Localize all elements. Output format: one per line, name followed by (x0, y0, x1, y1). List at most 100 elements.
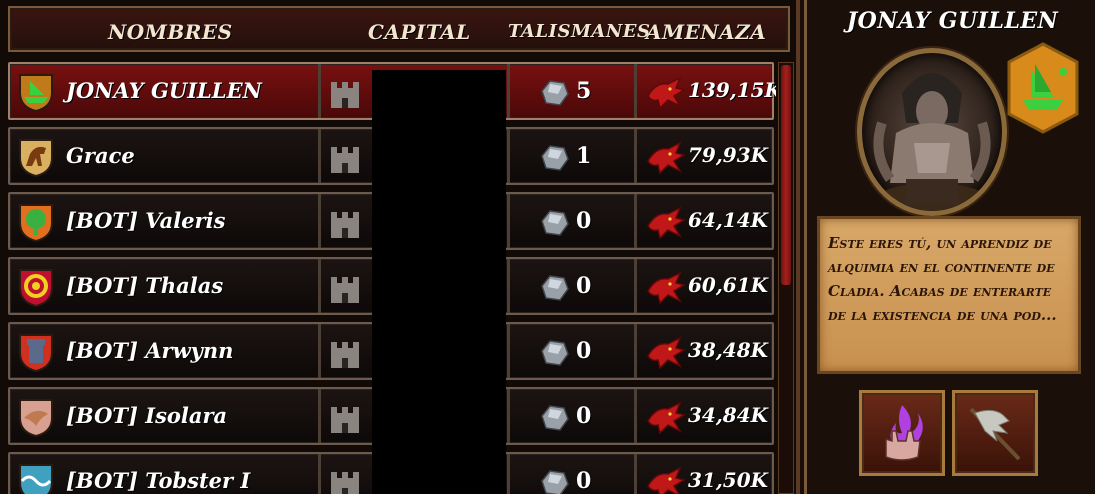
column-divider (634, 129, 637, 183)
faction-crest (16, 396, 56, 438)
threat-value: 60,61K (688, 273, 769, 297)
threat-indicator (646, 206, 686, 242)
talisman-icon (541, 210, 569, 236)
alchemist-portrait-icon (872, 73, 992, 211)
column-divider (318, 129, 321, 183)
header-names: Nombres (108, 20, 233, 44)
talisman-indicator (540, 143, 570, 173)
threat-indicator (646, 466, 686, 494)
threat-value: 64,14K (688, 208, 769, 232)
magic-hand-button[interactable] (859, 390, 945, 476)
castle-icon (331, 342, 359, 368)
player-name: JONAY GUILLEN (66, 78, 262, 103)
header-talismans: Talismanes (508, 21, 651, 42)
castle-icon (331, 147, 359, 173)
column-divider (634, 454, 637, 494)
column-divider (318, 454, 321, 494)
player-name: [BOT] Isolara (66, 403, 228, 428)
talisman-icon (541, 470, 569, 494)
talisman-count: 1 (576, 143, 592, 169)
column-divider (634, 64, 637, 118)
ranking-panel: Nombres Capital Talismanes Amenaza JONAY… (0, 0, 800, 494)
threat-value: 31,50K (688, 468, 769, 492)
column-divider (634, 259, 637, 313)
threat-value: 34,84K (688, 403, 769, 427)
player-name: [BOT] Valeris (66, 208, 226, 233)
player-name: [BOT] Thalas (66, 273, 224, 298)
talisman-count: 5 (576, 78, 592, 104)
player-name: [BOT] Tobster I (66, 468, 251, 493)
magic-hand-icon (885, 405, 923, 461)
player-name: [BOT] Arwynn (66, 338, 234, 363)
tree-icon (19, 204, 53, 243)
threat-value: 79,93K (688, 143, 769, 167)
player-description-box: Este eres tú, un aprendiz de alquimia en… (817, 216, 1081, 374)
column-divider (507, 259, 510, 313)
list-scrollbar[interactable] (778, 62, 794, 494)
column-divider (318, 194, 321, 248)
surrender-flag-button[interactable] (952, 390, 1038, 476)
castle-icon (331, 212, 359, 238)
dragon-icon (647, 206, 686, 240)
column-divider (318, 389, 321, 443)
capital-indicator (328, 141, 362, 175)
talisman-icon (541, 145, 569, 171)
scroll-thumb[interactable] (781, 65, 791, 285)
column-divider (634, 194, 637, 248)
threat-indicator (646, 76, 686, 112)
player-name: Grace (66, 143, 135, 168)
player-name-title: JONAY GUILLEN (846, 8, 1059, 34)
talisman-count: 0 (576, 338, 592, 364)
column-divider (318, 259, 321, 313)
castle-icon (331, 277, 359, 303)
dragon-icon (647, 336, 686, 370)
faction-crest (16, 136, 56, 178)
talisman-icon (541, 275, 569, 301)
column-divider (318, 64, 321, 118)
castle-icon (331, 82, 359, 108)
column-divider (507, 194, 510, 248)
bird-icon (19, 399, 53, 438)
dragon-icon (647, 76, 686, 110)
dragon-icon (647, 466, 686, 494)
wave-icon (19, 464, 53, 494)
ship-crest-icon (1007, 42, 1079, 134)
talisman-count: 0 (576, 403, 592, 429)
threat-indicator (646, 271, 686, 307)
column-divider (634, 389, 637, 443)
castle-icon (331, 407, 359, 433)
column-divider (507, 129, 510, 183)
column-divider (507, 324, 510, 378)
column-divider (507, 64, 510, 118)
threat-value: 139,15K (688, 78, 776, 102)
tower-icon (19, 334, 53, 373)
dragon-icon (647, 401, 686, 435)
ship-icon (19, 74, 53, 113)
capital-indicator (328, 336, 362, 370)
column-header-bar: Nombres Capital Talismanes Amenaza (8, 6, 790, 52)
talisman-count: 0 (576, 468, 592, 494)
faction-crest (16, 266, 56, 308)
capital-indicator (328, 206, 362, 240)
capital-indicator (328, 271, 362, 305)
faction-crest (16, 461, 56, 494)
talisman-indicator (540, 208, 570, 238)
redacted-area (372, 70, 506, 494)
talisman-count: 0 (576, 208, 592, 234)
talisman-icon (541, 340, 569, 366)
sun-icon (19, 269, 53, 308)
player-info-panel: JONAY GUILLEN Este eres tú, un aprendiz … (804, 0, 1095, 494)
faction-crest (16, 331, 56, 373)
capital-indicator (328, 401, 362, 435)
talisman-indicator (540, 468, 570, 494)
header-threat: Amenaza (646, 20, 767, 44)
talisman-count: 0 (576, 273, 592, 299)
talisman-indicator (540, 78, 570, 108)
threat-indicator (646, 401, 686, 437)
faction-crest (16, 71, 56, 113)
castle-icon (331, 472, 359, 494)
tattered-flag-icon (969, 407, 1021, 461)
column-divider (507, 454, 510, 494)
talisman-indicator (540, 273, 570, 303)
threat-indicator (646, 336, 686, 372)
